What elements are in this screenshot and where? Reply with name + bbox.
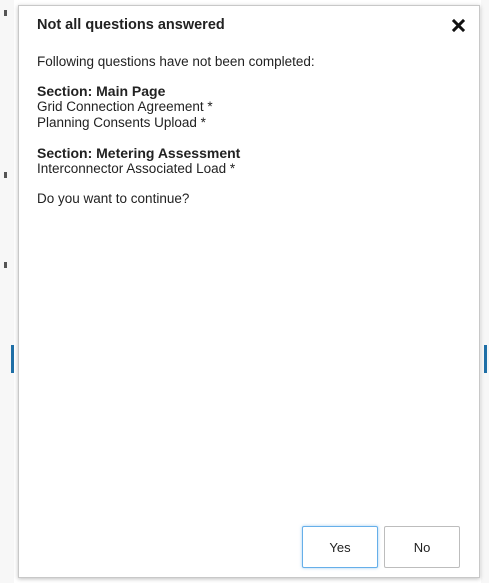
background-accent-bar (11, 345, 14, 373)
section-title: Section: Main Page (37, 83, 166, 99)
dialog-title: Not all questions answered (37, 17, 225, 33)
question-item: Interconnector Associated Load * (37, 161, 236, 176)
continue-prompt: Do you want to continue? (37, 191, 190, 206)
question-item: Planning Consents Upload * (37, 115, 206, 130)
close-icon (451, 18, 466, 33)
background-right-edge (481, 0, 489, 583)
section-title: Section: Metering Assessment (37, 145, 241, 161)
dialog-body: Following questions have not been comple… (37, 54, 461, 207)
section-metering-assessment: Section: Metering Assessment Interconnec… (37, 145, 461, 177)
background-edge-tick (4, 262, 7, 268)
question-item: Grid Connection Agreement * (37, 99, 213, 114)
background-edge-tick (4, 10, 7, 16)
background-accent-bar (484, 345, 487, 373)
incomplete-questions-dialog: Not all questions answered Following que… (18, 5, 480, 578)
background-edge-tick (4, 172, 7, 178)
close-button[interactable] (449, 15, 469, 35)
intro-text: Following questions have not been comple… (37, 54, 315, 69)
no-button[interactable]: No (384, 526, 460, 568)
yes-button[interactable]: Yes (302, 526, 378, 568)
section-main-page: Section: Main Page Grid Connection Agree… (37, 83, 461, 131)
background-left-edge (0, 0, 14, 583)
